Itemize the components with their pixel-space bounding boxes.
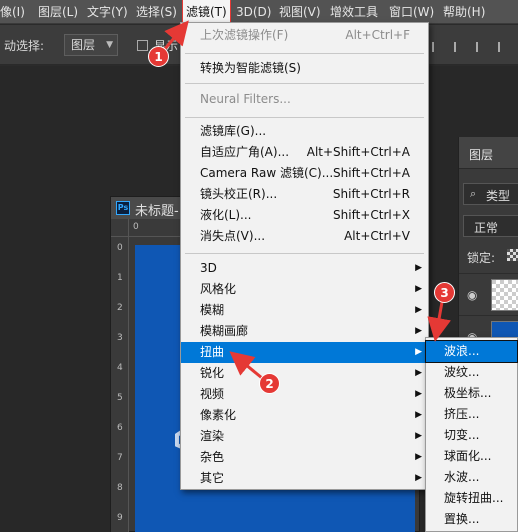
annotation-arrows: [162, 20, 451, 380]
annotation-arrow-2: [229, 351, 263, 380]
annotation-arrow-3: [427, 301, 451, 342]
annotation-badge-2: 2: [259, 373, 280, 394]
annotation-arrow-1: [162, 20, 189, 51]
annotation-badge-3: 3: [434, 282, 455, 303]
annotation-badge-1: 1: [148, 46, 169, 67]
